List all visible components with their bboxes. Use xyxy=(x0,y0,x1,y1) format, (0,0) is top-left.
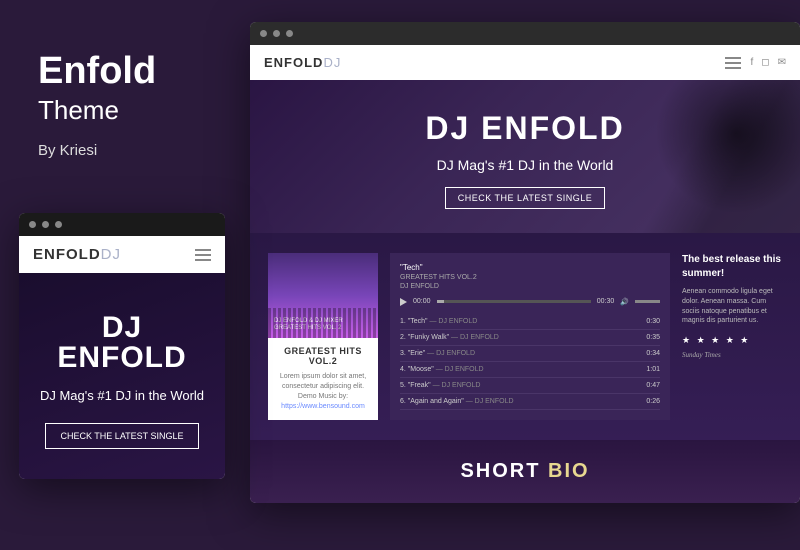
hero-tagline: DJ Mag's #1 DJ in the World xyxy=(260,157,790,173)
site-header: ENFOLDDJ f ◻ ✉ xyxy=(250,45,800,80)
review-block: The best release this summer! Aenean com… xyxy=(682,253,782,420)
volume-slider[interactable] xyxy=(635,300,660,303)
traffic-light-icon xyxy=(55,221,62,228)
brand-logo[interactable]: ENFOLDDJ xyxy=(264,55,341,70)
album-title: GREATEST HITS VOL.2 xyxy=(276,346,370,366)
album-overlay-title: GREATEST HITS VOL. 2 xyxy=(274,325,343,332)
playlist: 1. "Tech" — DJ ENFOLD0:302. "Funky Walk"… xyxy=(400,314,660,410)
hero-title: DJENFOLD xyxy=(31,313,213,373)
now-playing-artist: DJ ENFOLD xyxy=(400,282,660,291)
playlist-row[interactable]: 3. "Erie" — DJ ENFOLD0:34 xyxy=(400,346,660,362)
hero-section-mobile: DJENFOLD DJ Mag's #1 DJ in the World CHE… xyxy=(19,273,225,479)
audio-player: "Tech" GREATEST HITS VOL.2 DJ ENFOLD 00:… xyxy=(390,253,670,420)
window-titlebar xyxy=(250,22,800,45)
content-row: DJ ENFOLD & DJ MIXER GREATEST HITS VOL. … xyxy=(250,233,800,440)
bio-heading: SHORT BIO xyxy=(270,460,780,483)
mobile-preview-window: ENFOLDDJ DJENFOLD DJ Mag's #1 DJ in the … xyxy=(19,213,225,479)
menu-button[interactable] xyxy=(195,249,211,261)
hero-section: DJ ENFOLD DJ Mag's #1 DJ in the World CH… xyxy=(250,80,800,233)
traffic-light-icon xyxy=(42,221,49,228)
traffic-light-icon xyxy=(286,30,293,37)
cta-button[interactable]: CHECK THE LATEST SINGLE xyxy=(445,187,606,209)
traffic-light-icon xyxy=(260,30,267,37)
playlist-row[interactable]: 5. "Freak" — DJ ENFOLD0:47 xyxy=(400,378,660,394)
review-body: Aenean commodo ligula eget dolor. Aenean… xyxy=(682,287,782,326)
mail-icon[interactable]: ✉ xyxy=(778,57,786,68)
facebook-icon[interactable]: f xyxy=(751,57,754,68)
time-total: 00:30 xyxy=(597,298,615,305)
volume-icon[interactable]: 🔊 xyxy=(620,298,629,306)
play-button[interactable] xyxy=(400,298,407,306)
playlist-row[interactable]: 2. "Funky Walk" — DJ ENFOLD0:35 xyxy=(400,330,660,346)
album-credit-link[interactable]: https://www.bensound.com xyxy=(281,403,365,410)
review-heading: The best release this summer! xyxy=(682,253,782,281)
promo-byline: By Kriesi xyxy=(38,142,156,159)
hero-title: DJ ENFOLD xyxy=(260,110,790,147)
brand-logo[interactable]: ENFOLDDJ xyxy=(33,246,121,263)
playlist-row[interactable]: 1. "Tech" — DJ ENFOLD0:30 xyxy=(400,314,660,330)
promo-subtitle: Theme xyxy=(38,95,156,126)
seek-slider[interactable] xyxy=(437,300,591,303)
star-rating: ★ ★ ★ ★ ★ xyxy=(682,334,782,347)
site-header-mobile: ENFOLDDJ xyxy=(19,236,225,273)
promo-block: Enfold Theme By Kriesi xyxy=(38,50,156,159)
now-playing-track: "Tech" xyxy=(400,263,660,273)
album-cover-image: DJ ENFOLD & DJ MIXER GREATEST HITS VOL. … xyxy=(268,253,378,338)
album-card[interactable]: DJ ENFOLD & DJ MIXER GREATEST HITS VOL. … xyxy=(268,253,378,420)
time-elapsed: 00:00 xyxy=(413,298,431,305)
instagram-icon[interactable]: ◻ xyxy=(761,57,769,68)
traffic-light-icon xyxy=(29,221,36,228)
desktop-preview-window: ENFOLDDJ f ◻ ✉ DJ ENFOLD DJ Mag's #1 DJ … xyxy=(250,22,800,503)
window-titlebar xyxy=(19,213,225,236)
album-desc: Lorem ipsum dolor sit amet, consectetur … xyxy=(276,372,370,401)
cta-button[interactable]: CHECK THE LATEST SINGLE xyxy=(45,423,198,449)
playlist-row[interactable]: 6. "Again and Again" — DJ ENFOLD0:26 xyxy=(400,394,660,410)
traffic-light-icon xyxy=(273,30,280,37)
hero-tagline: DJ Mag's #1 DJ in the World xyxy=(31,387,213,405)
playlist-row[interactable]: 4. "Moose" — DJ ENFOLD1:01 xyxy=(400,362,660,378)
now-playing-album: GREATEST HITS VOL.2 xyxy=(400,273,660,282)
promo-title: Enfold xyxy=(38,50,156,93)
album-overlay-sub: DJ ENFOLD & DJ MIXER xyxy=(274,318,343,325)
bio-section: SHORT BIO xyxy=(250,440,800,503)
menu-button[interactable] xyxy=(725,57,741,69)
review-source: Sunday Times xyxy=(682,351,782,361)
